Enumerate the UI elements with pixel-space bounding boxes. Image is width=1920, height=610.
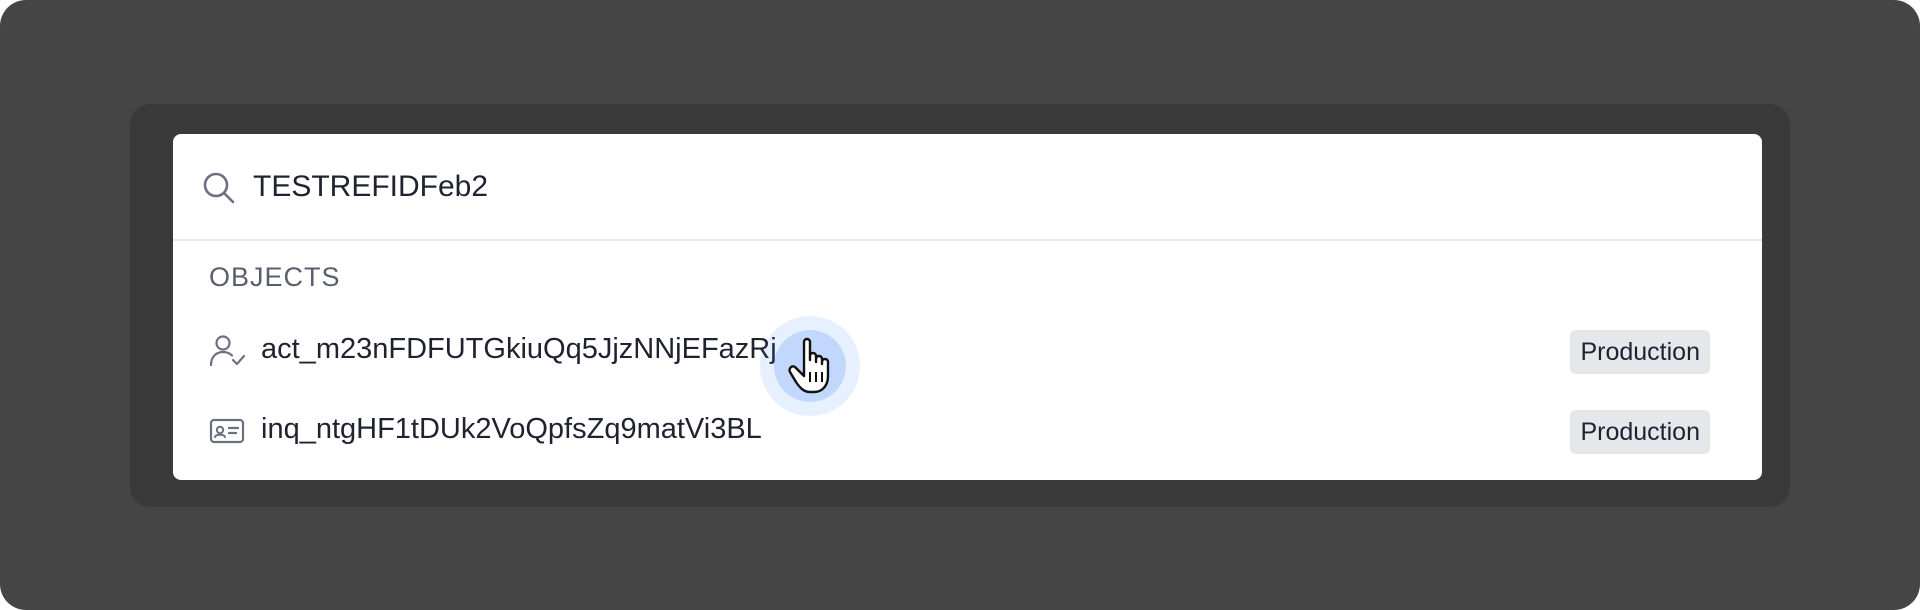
result-id: act_m23nFDFUTGkiuQq5JjzNNjEFazRj bbox=[261, 333, 777, 365]
result-id: inq_ntgHF1tDUk2VoQpfsZq9matVi3BL bbox=[261, 413, 762, 445]
search-input[interactable] bbox=[253, 162, 1653, 212]
environment-badge: Production bbox=[1570, 410, 1710, 454]
hand-pointer-icon bbox=[760, 316, 860, 416]
user-check-icon bbox=[209, 335, 246, 367]
search-bar bbox=[173, 134, 1762, 241]
id-card-icon bbox=[209, 418, 245, 444]
result-row[interactable]: act_m23nFDFUTGkiuQq5JjzNNjEFazRj Product… bbox=[173, 317, 1762, 387]
search-icon bbox=[203, 172, 235, 204]
section-label-objects: OBJECTS bbox=[209, 262, 341, 292]
environment-badge: Production bbox=[1570, 330, 1710, 374]
result-row[interactable]: inq_ntgHF1tDUk2VoQpfsZq9matVi3BL Product… bbox=[173, 397, 1762, 467]
pointer-cursor bbox=[760, 316, 860, 416]
